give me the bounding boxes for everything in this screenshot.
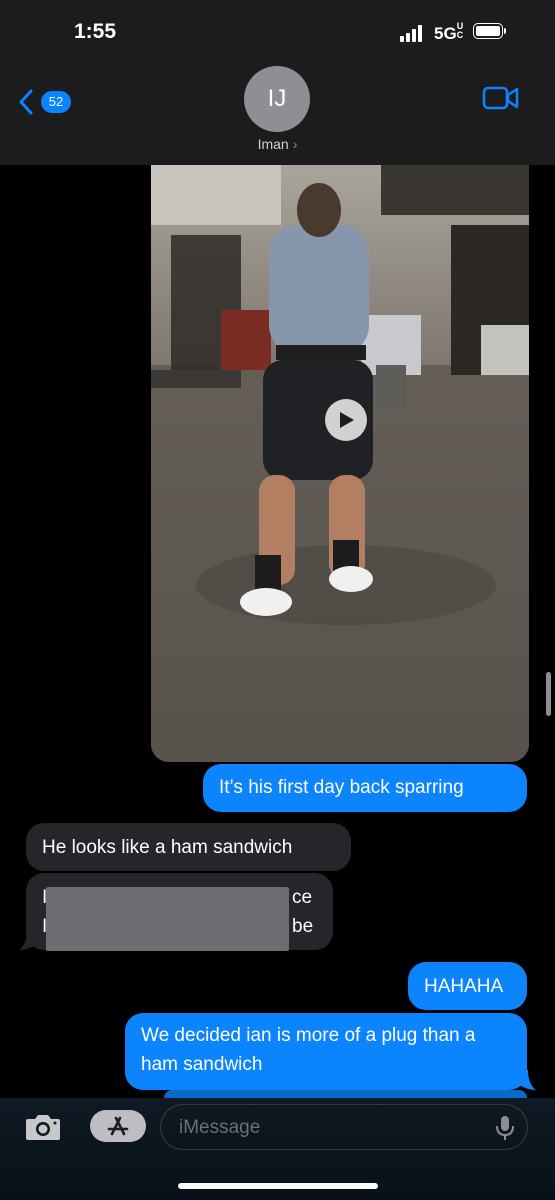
camera-button[interactable] bbox=[24, 1112, 62, 1142]
video-attachment[interactable] bbox=[151, 165, 529, 762]
message-bubble-sent[interactable]: It’s his first day back sparring bbox=[203, 764, 527, 812]
chevron-left-icon bbox=[19, 89, 33, 115]
dictation-button[interactable] bbox=[495, 1115, 515, 1141]
app-store-icon bbox=[107, 1116, 129, 1136]
unread-count-badge: 52 bbox=[41, 91, 71, 113]
camera-icon bbox=[26, 1115, 60, 1140]
video-camera-icon bbox=[482, 86, 519, 110]
message-bubble-sent[interactable]: We decided ian is more of a plug than a … bbox=[125, 1013, 527, 1090]
partial-message-bubble bbox=[164, 1090, 527, 1098]
redaction-box bbox=[46, 887, 289, 951]
play-icon bbox=[340, 412, 354, 428]
network-type: 5G bbox=[434, 24, 457, 43]
video-thumbnail bbox=[151, 165, 529, 762]
network-indicator: 5GUC bbox=[434, 22, 465, 44]
message-fragment: be bbox=[292, 916, 314, 937]
contact-name: Iman bbox=[257, 136, 289, 152]
play-button[interactable] bbox=[325, 399, 367, 441]
scroll-indicator[interactable] bbox=[546, 672, 551, 716]
message-bubble-sent[interactable]: HAHAHA bbox=[408, 962, 527, 1010]
contact-name-button[interactable]: Iman › bbox=[230, 136, 325, 152]
bubble-tail-right bbox=[518, 1070, 536, 1090]
contact-avatar[interactable]: IJ bbox=[244, 66, 310, 132]
battery-icon bbox=[473, 23, 507, 41]
status-time: 1:55 bbox=[73, 20, 117, 43]
signal-strength-icon bbox=[400, 24, 426, 42]
facetime-video-button[interactable] bbox=[482, 85, 520, 111]
message-bubble-received[interactable]: He looks like a ham sandwich bbox=[26, 823, 351, 871]
message-input-field[interactable] bbox=[160, 1104, 528, 1150]
microphone-icon bbox=[496, 1116, 514, 1140]
app-store-button[interactable] bbox=[90, 1110, 146, 1142]
bubble-tail-left bbox=[19, 930, 37, 950]
network-suffix: UC bbox=[456, 21, 464, 40]
back-button[interactable]: 52 bbox=[18, 86, 78, 120]
chevron-right-icon: › bbox=[292, 136, 298, 152]
message-fragment: ce bbox=[292, 887, 313, 908]
message-input[interactable] bbox=[177, 1114, 481, 1142]
home-indicator[interactable] bbox=[178, 1183, 378, 1189]
